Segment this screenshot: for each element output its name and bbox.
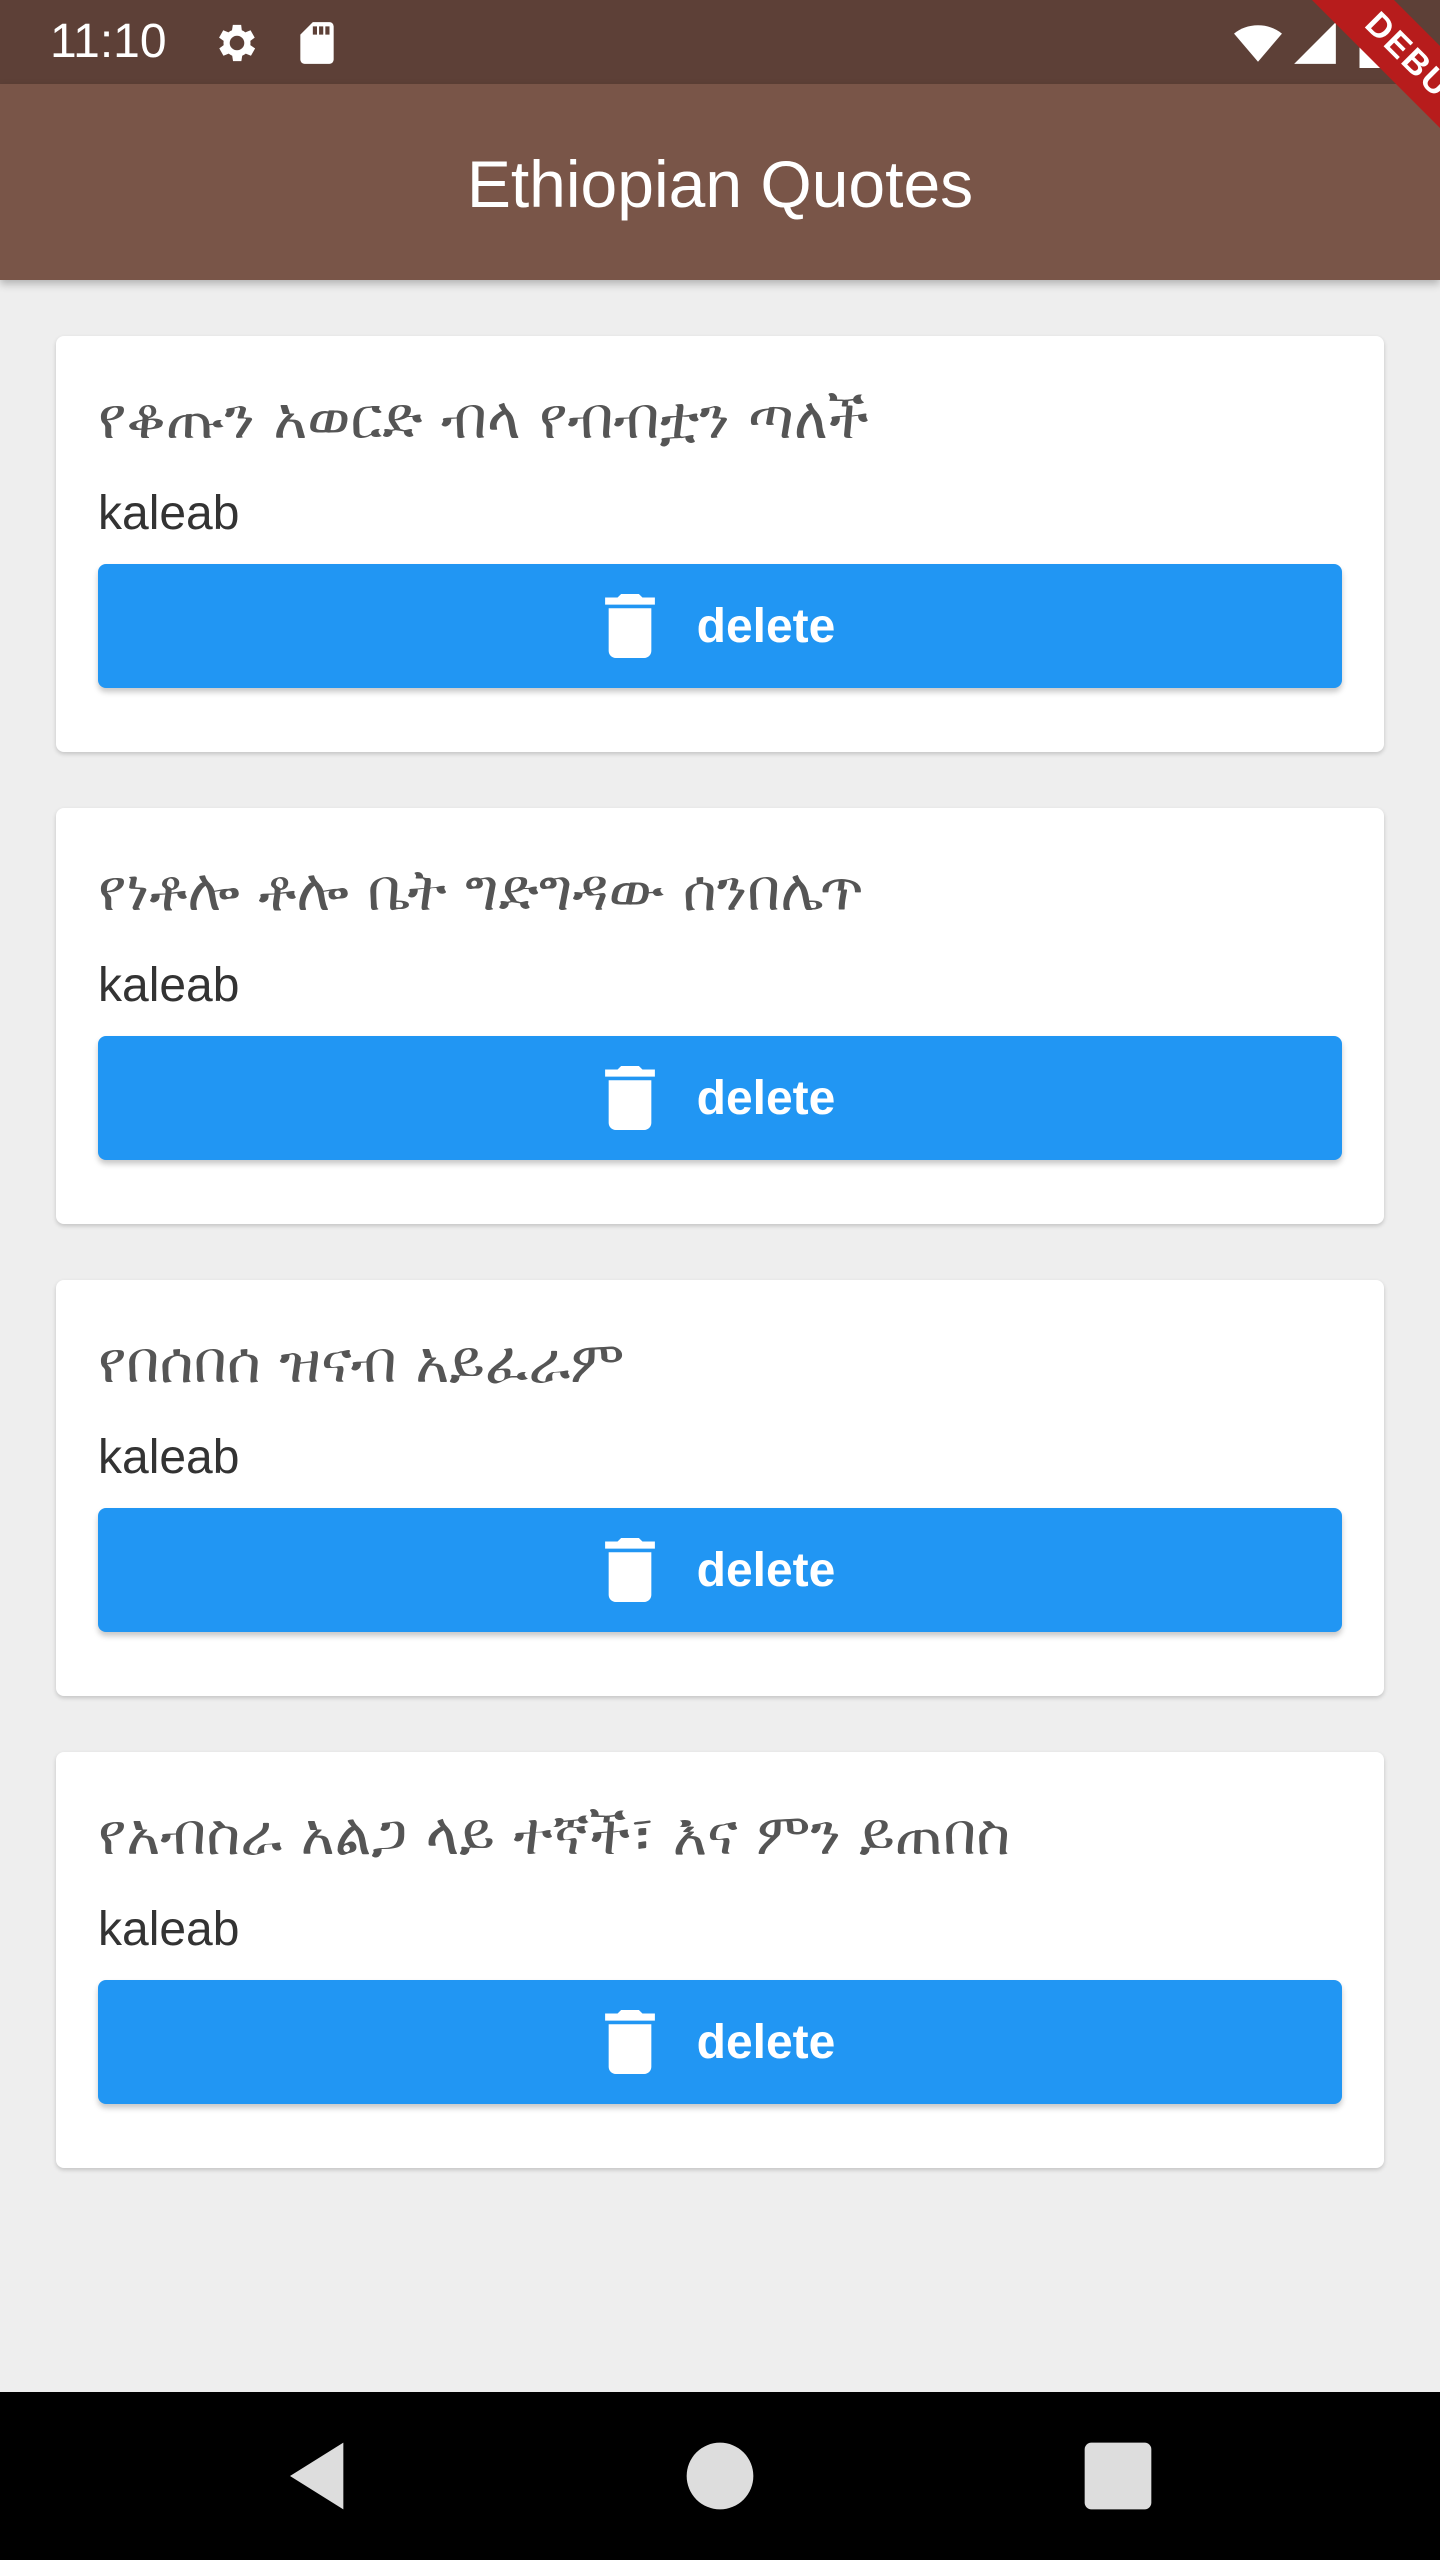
quote-text: የቆጡን አወርድ ብላ የብብቷን ጣለች (98, 384, 869, 452)
home-icon[interactable] (680, 2436, 760, 2516)
trash-icon (604, 594, 655, 658)
gear-icon (219, 24, 256, 62)
status-bar: 11:10 (0, 0, 1440, 84)
debug-label: DEBUG (1291, 0, 1440, 192)
quote-author: kaleab (98, 1903, 240, 1956)
system-nav-bar (0, 2392, 1440, 2560)
sd-card-icon (300, 22, 334, 64)
quote-card: የቆጡን አወርድ ብላ የብብቷን ጣለች kaleab delete (56, 336, 1384, 752)
recents-icon[interactable] (1078, 2436, 1158, 2516)
quote-text: የበሰበሰ ዝናብ አይፈራም (98, 1328, 625, 1396)
back-icon[interactable] (280, 2436, 360, 2516)
delete-label: delete (696, 599, 836, 653)
app-bar: Ethiopian Quotes (0, 84, 1440, 280)
status-time: 11:10 (50, 15, 167, 68)
quote-text: የአብስራ አልጋ ላይ ተኛች፣ እና ምን ይጠበስ (98, 1800, 1011, 1868)
delete-button[interactable]: delete (98, 1508, 1342, 1632)
quote-text: የነቶሎ ቶሎ ቤት ግድግዳው ሰንበሌጥ (98, 856, 864, 924)
delete-label: delete (696, 1071, 836, 1125)
quote-author: kaleab (98, 959, 240, 1012)
quote-card: የበሰበሰ ዝናብ አይፈራም kaleab delete (56, 1280, 1384, 1696)
trash-icon (604, 1066, 655, 1130)
quote-author: kaleab (98, 487, 240, 540)
trash-icon (604, 2010, 655, 2074)
debug-banner: DEBUG (1240, 0, 1440, 200)
quote-author: kaleab (98, 1431, 240, 1484)
delete-label: delete (696, 2015, 836, 2069)
quote-list: የቆጡን አወርድ ብላ የብብቷን ጣለች kaleab delete የነቶ… (56, 336, 1384, 2224)
quote-card: የአብስራ አልጋ ላይ ተኛች፣ እና ምን ይጠበስ kaleab dele… (56, 1752, 1384, 2168)
delete-button[interactable]: delete (98, 564, 1342, 688)
page-title: Ethiopian Quotes (466, 147, 974, 221)
delete-button[interactable]: delete (98, 1036, 1342, 1160)
delete-button[interactable]: delete (98, 1980, 1342, 2104)
trash-icon (604, 1538, 655, 1602)
quote-card: የነቶሎ ቶሎ ቤት ግድግዳው ሰንበሌጥ kaleab delete (56, 808, 1384, 1224)
delete-label: delete (696, 1543, 836, 1597)
